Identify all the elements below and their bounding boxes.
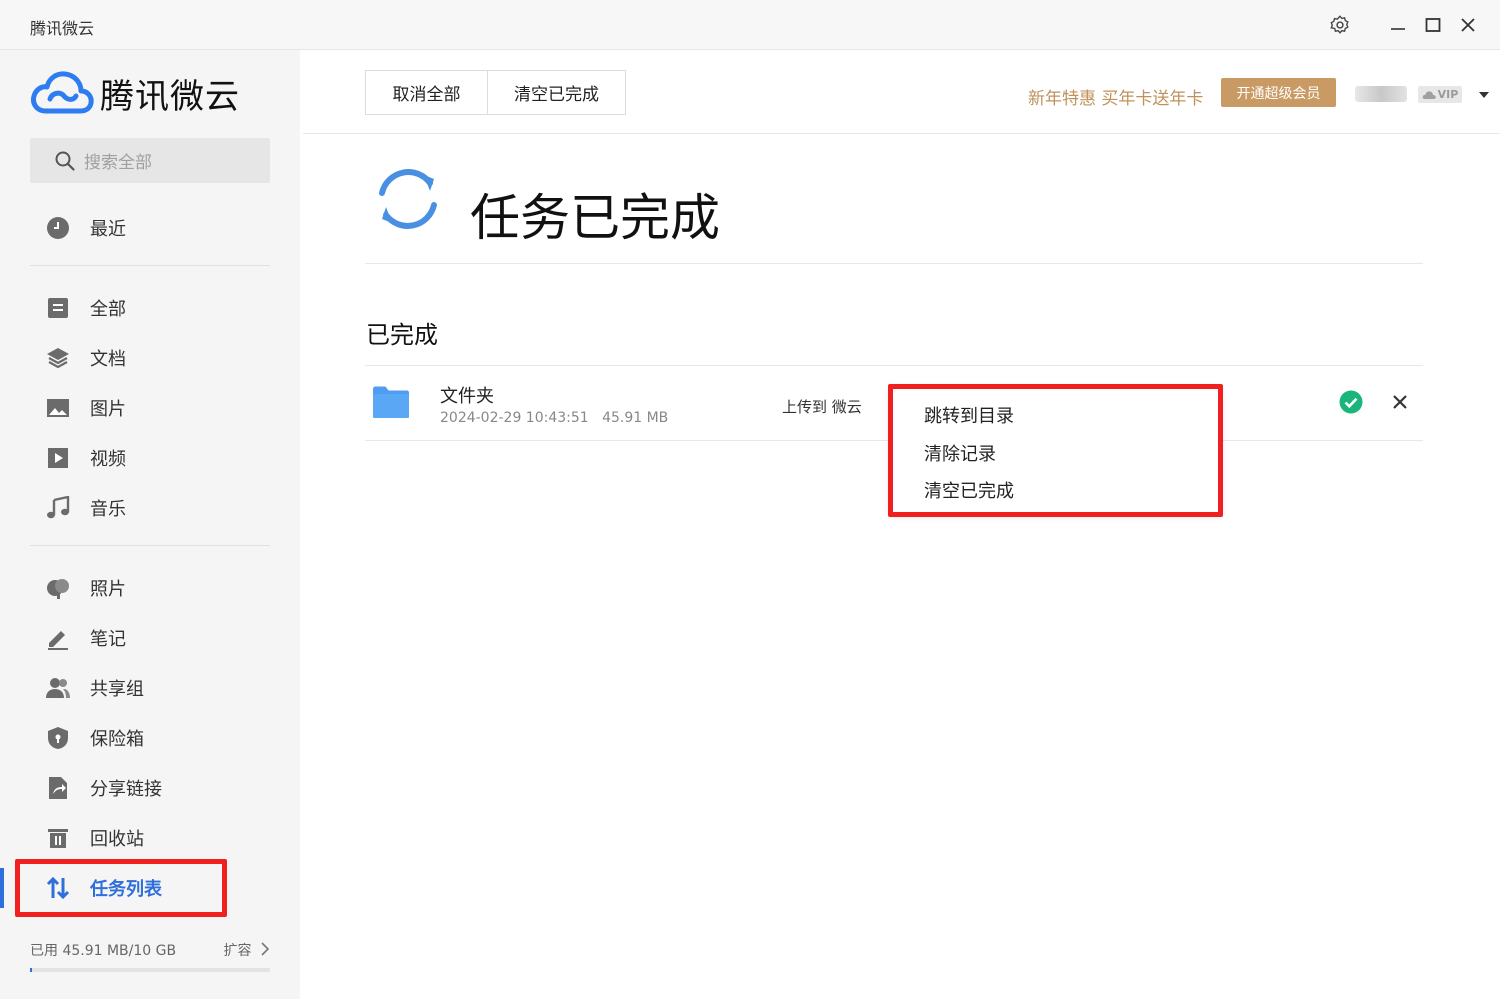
music-note-icon	[46, 496, 70, 520]
sidebar-divider	[30, 545, 270, 546]
task-file-meta: 2024-02-29 10:43:51 45.91 MB	[440, 410, 668, 426]
sync-complete-icon	[379, 169, 437, 229]
document-icon	[46, 296, 70, 320]
folder-icon	[373, 386, 409, 418]
logo-text: 腾讯微云	[100, 76, 240, 117]
sidebar-item-photos[interactable]: 照片	[0, 568, 300, 608]
share-link-icon	[46, 776, 70, 800]
user-avatar[interactable]	[1355, 86, 1407, 102]
cloud-logo-icon	[31, 71, 94, 114]
promo-link[interactable]: 新年特惠 买年卡送年卡	[1028, 84, 1203, 109]
vip-badge-text: VIP	[1437, 88, 1459, 101]
sidebar-item-label: 图片	[90, 399, 126, 420]
vip-badge: VIP	[1418, 86, 1462, 103]
sidebar-item-label: 音乐	[90, 499, 126, 520]
sidebar-item-label: 保险箱	[90, 729, 144, 750]
sidebar-item-label: 最近	[90, 219, 126, 240]
settings-gear-icon[interactable]	[1329, 14, 1351, 36]
close-window-icon[interactable]	[1457, 14, 1479, 36]
storage-progress-fill	[30, 968, 33, 972]
sidebar-item-notes[interactable]: 笔记	[0, 618, 300, 658]
sidebar-item-all[interactable]: 全部	[0, 288, 300, 328]
sidebar-item-label: 文档	[90, 349, 126, 370]
sidebar-item-label: 共享组	[90, 679, 144, 700]
pen-icon	[46, 626, 70, 650]
sidebar-item-videos[interactable]: 视频	[0, 438, 300, 478]
search-icon	[55, 151, 75, 171]
sidebar-item-recent[interactable]: 最近	[0, 208, 300, 248]
title-bar: 腾讯微云	[0, 0, 1500, 50]
sidebar-item-recycle-bin[interactable]: 回收站	[0, 818, 300, 858]
sidebar-item-share-links[interactable]: 分享链接	[0, 768, 300, 808]
sidebar-item-label: 分享链接	[90, 779, 162, 800]
app-logo: 腾讯微云	[30, 68, 240, 118]
search-placeholder: 搜索全部	[84, 153, 152, 173]
chevron-right-icon	[261, 942, 270, 956]
section-title: 已完成	[366, 321, 438, 349]
sidebar-item-label: 回收站	[90, 829, 144, 850]
status-divider	[365, 263, 1423, 264]
task-datetime: 2024-02-29 10:43:51	[440, 410, 589, 426]
chevron-down-icon[interactable]	[1478, 91, 1490, 99]
sidebar-item-safe[interactable]: 保险箱	[0, 718, 300, 758]
status-title: 任务已完成	[470, 189, 720, 247]
sidebar-item-shared-group[interactable]: 共享组	[0, 668, 300, 708]
shield-icon	[46, 726, 70, 750]
sidebar-divider	[30, 265, 270, 266]
highlight-box-context-menu	[888, 384, 1223, 517]
image-icon	[46, 396, 70, 420]
minimize-icon[interactable]	[1387, 14, 1409, 36]
cloud-icon	[1422, 90, 1436, 99]
expand-storage-link[interactable]: 扩容	[224, 940, 270, 960]
photos-icon	[46, 576, 70, 600]
task-file-name: 文件夹	[440, 386, 494, 407]
highlight-box-task-list	[15, 859, 227, 917]
play-icon	[46, 446, 70, 470]
sidebar-item-label: 视频	[90, 449, 126, 470]
sidebar-item-music[interactable]: 音乐	[0, 488, 300, 528]
open-vip-button[interactable]: 开通超级会员	[1221, 78, 1336, 107]
window-title: 腾讯微云	[30, 19, 95, 38]
cancel-all-button[interactable]: 取消全部	[365, 70, 488, 115]
sidebar-item-images[interactable]: 图片	[0, 388, 300, 428]
clock-icon	[46, 216, 70, 240]
success-check-icon	[1339, 390, 1363, 414]
trash-icon	[46, 826, 70, 850]
search-input[interactable]: 搜索全部	[30, 138, 270, 183]
sidebar-item-label: 全部	[90, 299, 126, 320]
sidebar-item-label: 照片	[90, 579, 126, 600]
task-size: 45.91 MB	[602, 410, 669, 426]
sidebar-item-docs[interactable]: 文档	[0, 338, 300, 378]
sidebar: 腾讯微云 搜索全部 最近 全部 文档 图片 视频 音乐 照片 笔记 共享组 保险…	[0, 50, 300, 999]
group-icon	[46, 676, 70, 700]
remove-task-icon[interactable]	[1392, 394, 1408, 410]
maximize-icon[interactable]	[1422, 14, 1444, 36]
header-divider	[303, 133, 1500, 134]
storage-info: 已用 45.91 MB/10 GB 扩容	[30, 940, 270, 960]
storage-progress-bar	[30, 968, 270, 972]
task-destination: 上传到 微云	[782, 398, 862, 416]
sidebar-item-label: 笔记	[90, 629, 126, 650]
storage-used-text: 已用 45.91 MB/10 GB	[30, 943, 177, 959]
expand-label: 扩容	[223, 943, 252, 959]
clear-completed-button[interactable]: 清空已完成	[487, 70, 626, 115]
layers-icon	[46, 346, 70, 370]
